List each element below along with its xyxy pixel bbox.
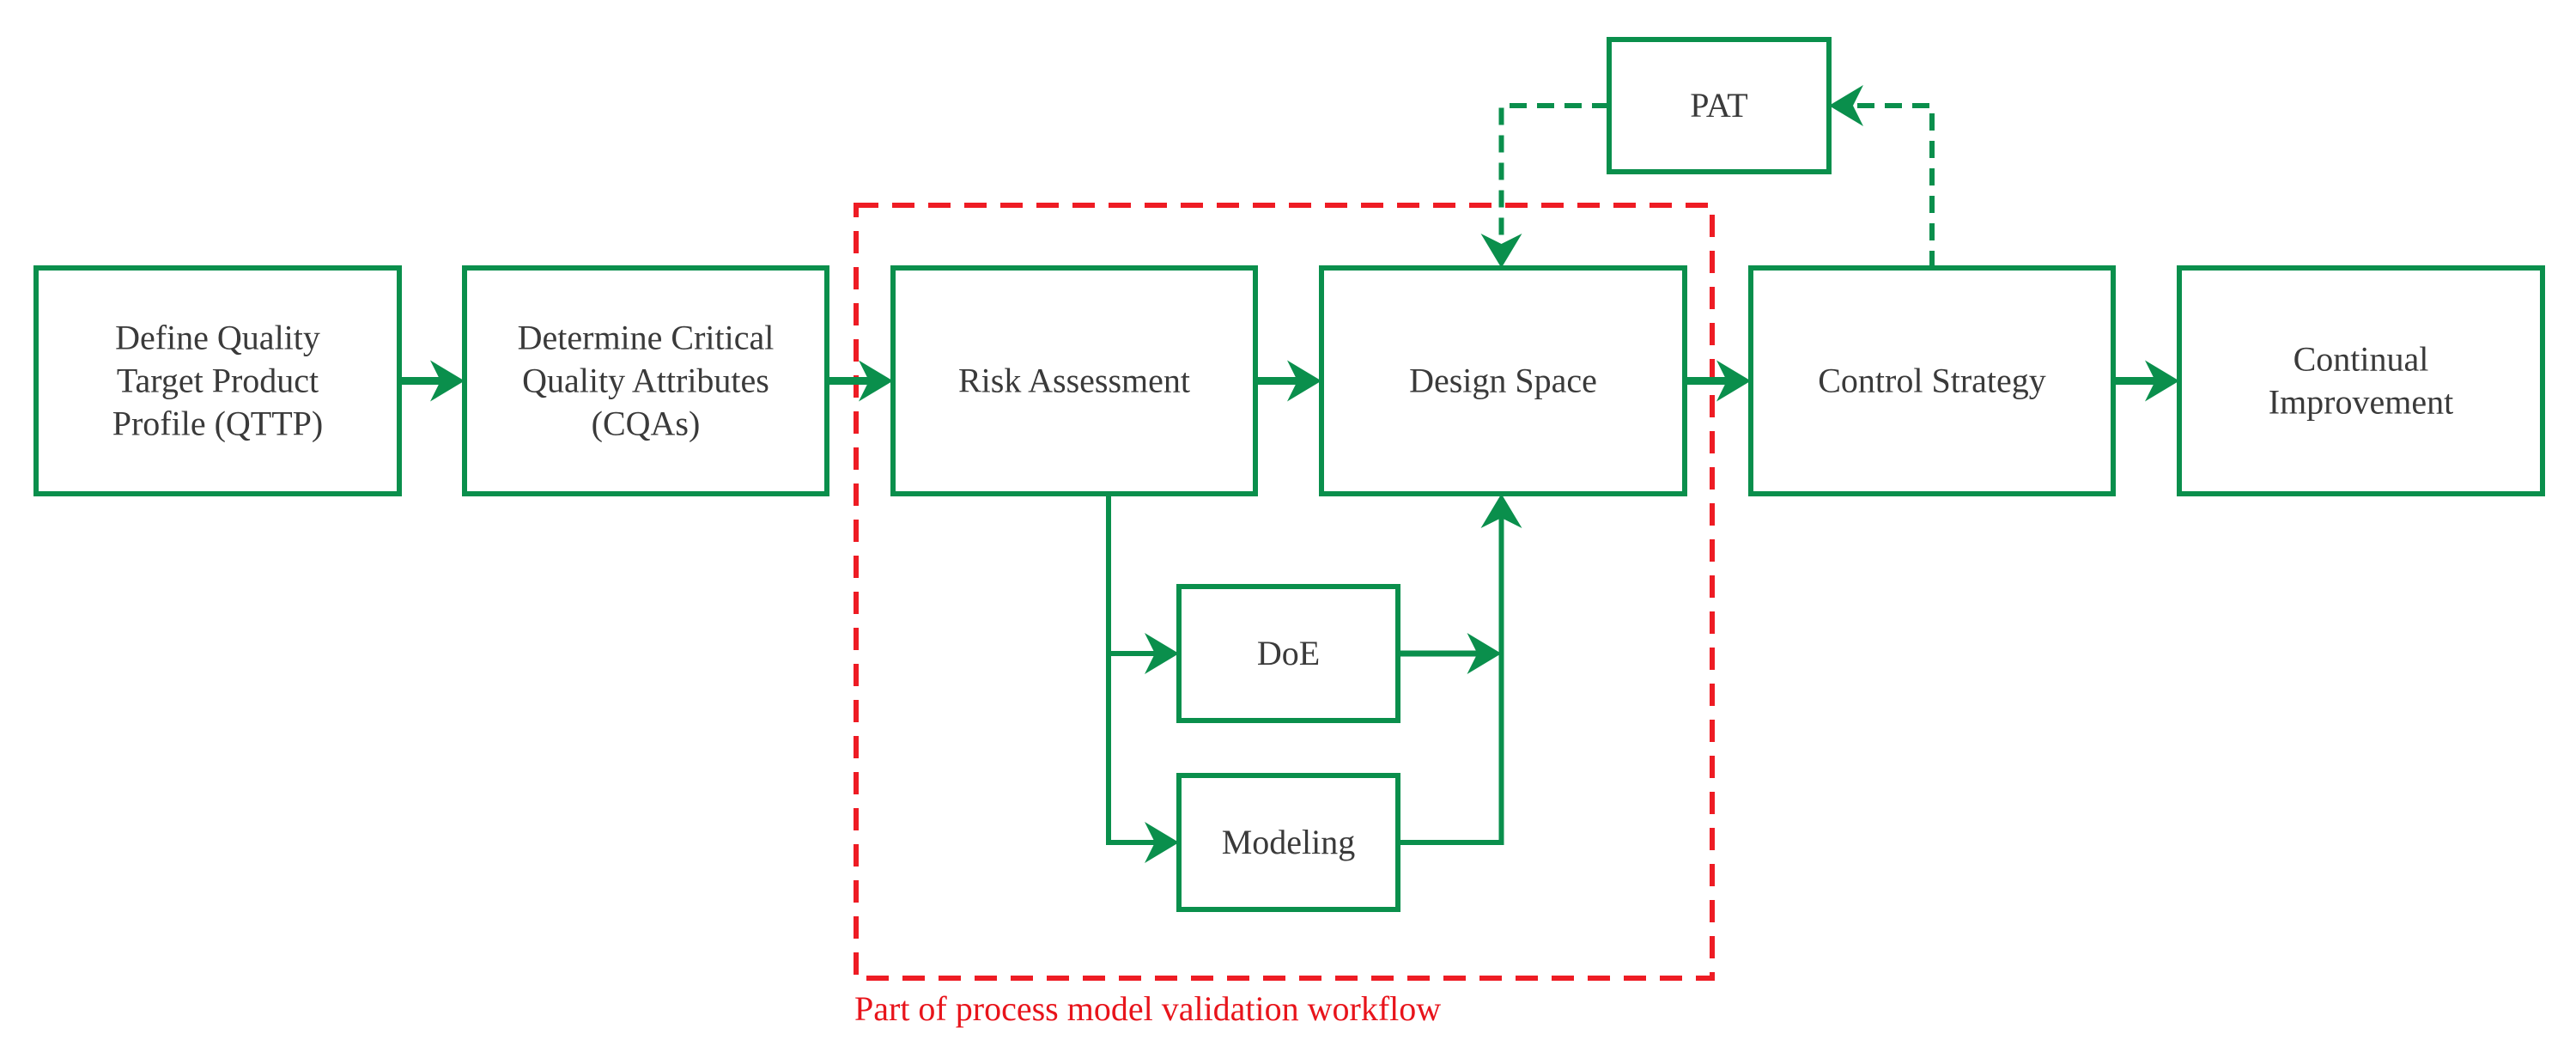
node-label-line: Improvement — [2269, 383, 2454, 422]
node-doe-label: DoE — [1257, 634, 1320, 672]
node-label-line: Quality Attributes — [522, 362, 769, 400]
node-label-line: Control Strategy — [1818, 362, 2046, 400]
edge-pat-to-design — [1498, 103, 1609, 251]
node-control-strategy[interactable]: Control Strategy — [1748, 265, 2116, 496]
node-label-line: Profile (QTTP) — [112, 404, 324, 443]
edge-risk-to-doe — [1106, 494, 1162, 656]
node-risk-assessment[interactable]: Risk Assessment — [890, 265, 1258, 496]
node-qttp-label: Define Quality Target Product Profile (QTT… — [112, 319, 324, 443]
node-label-line: DoE — [1257, 634, 1320, 672]
node-modeling[interactable]: Modeling — [1176, 773, 1400, 912]
node-label-line: Modeling — [1222, 823, 1356, 861]
node-label-line: PAT — [1690, 86, 1747, 125]
node-qttp[interactable]: Define Quality Target Product Profile (QTT… — [33, 265, 402, 496]
node-modeling-label: Modeling — [1222, 823, 1356, 861]
node-control-strategy-label: Control Strategy — [1818, 362, 2046, 400]
node-design-space-label: Design Space — [1409, 362, 1597, 400]
edge-control-to-pat — [1846, 103, 1935, 268]
node-label-line: Continual — [2293, 340, 2429, 379]
qbd-workflow-diagram: Part of process model validation workflo… — [33, 37, 2545, 1028]
node-cqas[interactable]: Determine Critical Quality Attributes (CQA… — [462, 265, 829, 496]
node-label-line: (CQAs) — [592, 404, 701, 443]
node-pat[interactable]: PAT — [1607, 37, 1832, 174]
node-label-line: Risk Assessment — [958, 362, 1190, 400]
node-label-line: Define Quality — [115, 319, 320, 357]
edge-modeling-to-design — [1398, 511, 1504, 845]
node-design-space[interactable]: Design Space — [1319, 265, 1687, 496]
node-label-line: Target Product — [117, 362, 319, 400]
edge-pat-to-design-arrowhead-icon — [1480, 234, 1522, 268]
node-doe[interactable]: DoE — [1176, 584, 1400, 723]
node-continual-improvement[interactable]: Continual Improvement — [2177, 265, 2545, 496]
node-continual-improvement-box — [2177, 265, 2545, 496]
node-label-line: Design Space — [1409, 362, 1597, 400]
node-risk-assessment-label: Risk Assessment — [958, 362, 1190, 400]
node-label-line: Determine Critical — [518, 319, 775, 357]
node-pat-label: PAT — [1690, 86, 1747, 125]
validation-region-caption: Part of process model validation workflo… — [854, 989, 1441, 1028]
